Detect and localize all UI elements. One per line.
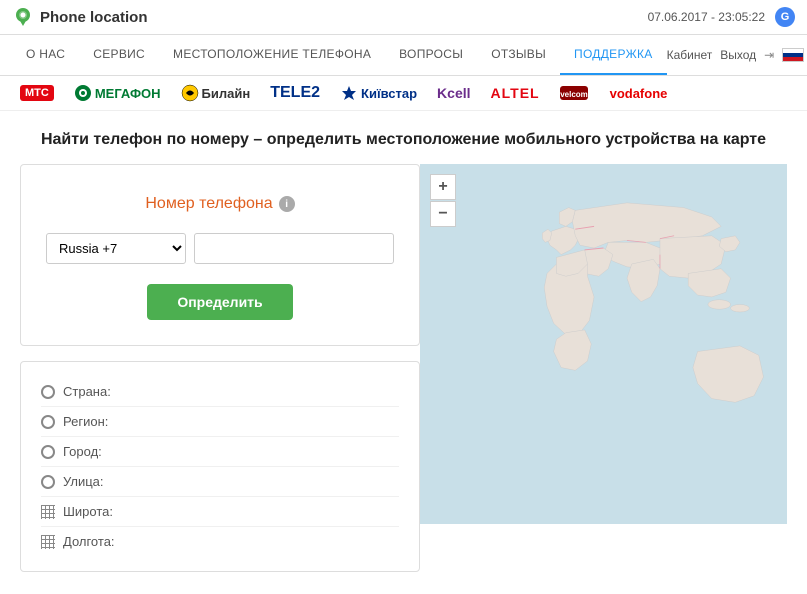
kyivstar-icon (340, 84, 358, 102)
megafon-label: МЕГАФОН (95, 86, 161, 101)
operator-megafon[interactable]: МЕГАФОН (74, 84, 161, 102)
tele2-label: TELE2 (270, 84, 320, 101)
map-svg (420, 164, 787, 524)
info-row-lon: Долгота: (41, 527, 399, 556)
megafon-icon (74, 84, 92, 102)
info-card: Страна: Регион: Город: Улица: Широта: (20, 361, 420, 572)
info-icon[interactable]: i (279, 196, 295, 212)
logout-link[interactable]: Выход (720, 48, 756, 62)
zoom-out-button[interactable]: − (430, 201, 456, 227)
nav-reviews[interactable]: ОТЗЫВЫ (477, 35, 560, 75)
map-controls: + − (430, 174, 456, 227)
nav-links: О НАС СЕРВИС МЕСТОПОЛОЖЕНИЕ ТЕЛЕФОНА ВОП… (12, 35, 667, 75)
header: Phone location 07.06.2017 - 23:05:22 G (0, 0, 807, 35)
svg-text:velcom: velcom (560, 90, 588, 99)
logo-text: Phone location (40, 9, 148, 26)
label-country: Страна: (63, 384, 123, 399)
phone-label-text: Номер телефона (145, 195, 272, 213)
phone-input-row: Russia +7 Ukraine +380 Belarus +375 Kaza… (46, 233, 394, 264)
country-select[interactable]: Russia +7 Ukraine +380 Belarus +375 Kaza… (46, 233, 186, 264)
nav-service[interactable]: СЕРВИС (79, 35, 159, 75)
left-panel: Номер телефона i Russia +7 Ukraine +380 … (20, 164, 420, 572)
operator-mts[interactable]: МТС (20, 85, 54, 101)
info-row-region: Регион: (41, 407, 399, 437)
flag-icon (782, 48, 804, 62)
grid-icon-lon (41, 535, 55, 549)
beeline-icon (181, 84, 199, 102)
header-right: 07.06.2017 - 23:05:22 G (648, 7, 795, 27)
datetime: 07.06.2017 - 23:05:22 (648, 10, 765, 24)
nav-support[interactable]: ПОДДЕРЖКА (560, 35, 667, 75)
info-row-city: Город: (41, 437, 399, 467)
operator-altel[interactable]: ALTEL (491, 85, 540, 101)
map-container: + − (420, 164, 787, 524)
info-row-lat: Широта: (41, 497, 399, 527)
globe-icon-city (41, 445, 55, 459)
operator-beeline[interactable]: Билайн (181, 84, 251, 102)
nav-user: Кабинет Выход ⇥ (667, 48, 805, 62)
operator-velcom[interactable]: velcom (560, 84, 590, 102)
beeline-label: Билайн (202, 86, 251, 101)
altel-label: ALTEL (491, 85, 540, 101)
operator-kyivstar[interactable]: Київстар (340, 84, 417, 102)
operator-kcell[interactable]: Kcell (437, 85, 470, 101)
nav-about[interactable]: О НАС (12, 35, 79, 75)
mts-box: МТС (20, 85, 54, 101)
nav-location[interactable]: МЕСТОПОЛОЖЕНИЕ ТЕЛЕФОНА (159, 35, 385, 75)
info-row-country: Страна: (41, 377, 399, 407)
form-card: Номер телефона i Russia +7 Ukraine +380 … (20, 164, 420, 346)
label-lat: Широта: (63, 504, 123, 519)
label-lon: Долгота: (63, 534, 123, 549)
logo-icon (12, 6, 34, 28)
label-street: Улица: (63, 474, 123, 489)
label-region: Регион: (63, 414, 123, 429)
search-button[interactable]: Определить (147, 284, 292, 320)
vodafone-label: vodafone (610, 86, 668, 101)
cabinet-link[interactable]: Кабинет (667, 48, 713, 62)
nav-questions[interactable]: ВОПРОСЫ (385, 35, 477, 75)
globe-icon-region (41, 415, 55, 429)
navbar: О НАС СЕРВИС МЕСТОПОЛОЖЕНИЕ ТЕЛЕФОНА ВОП… (0, 35, 807, 76)
zoom-in-button[interactable]: + (430, 174, 456, 200)
grid-icon-lat (41, 505, 55, 519)
operator-tele2[interactable]: TELE2 (270, 84, 320, 102)
velcom-icon: velcom (560, 84, 590, 102)
globe-icon-country (41, 385, 55, 399)
phone-input[interactable] (194, 233, 394, 264)
globe-icon-street (41, 475, 55, 489)
page-title: Найти телефон по номеру – определить мес… (0, 111, 807, 164)
kcell-label: Kcell (437, 85, 470, 101)
phone-label: Номер телефона i (46, 195, 394, 213)
main-content: Номер телефона i Russia +7 Ukraine +380 … (0, 164, 807, 592)
kyivstar-label: Київстар (361, 86, 417, 101)
google-icon[interactable]: G (775, 7, 795, 27)
operators-bar: МТС МЕГАФОН Билайн TELE2 Київстар Kcell … (0, 76, 807, 111)
operator-vodafone[interactable]: vodafone (610, 86, 668, 101)
logout-icon: ⇥ (764, 48, 774, 62)
info-row-street: Улица: (41, 467, 399, 497)
label-city: Город: (63, 444, 123, 459)
logo: Phone location (12, 6, 148, 28)
